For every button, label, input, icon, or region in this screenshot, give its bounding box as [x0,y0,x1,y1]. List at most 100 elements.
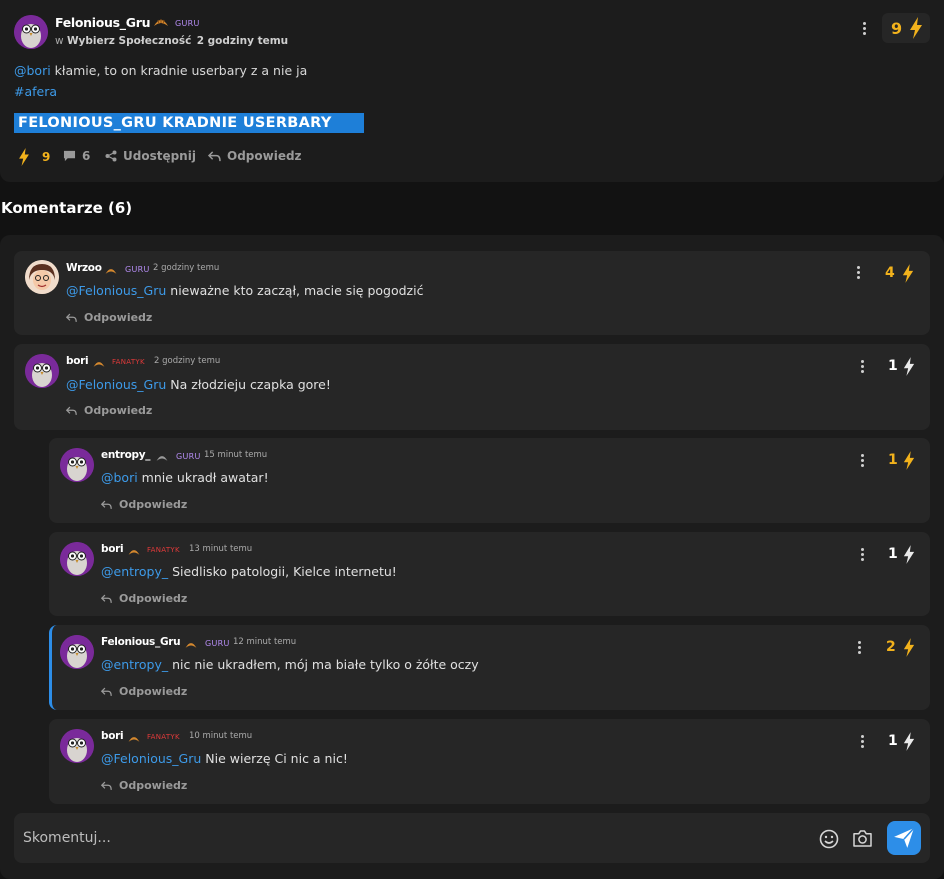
comment-card: bori FANATYK 2 godziny temu @Felonious_G… [14,344,930,430]
author-avatar[interactable] [14,15,48,49]
comment-body: Nie wierzę Ci nic a nic! [201,751,348,766]
commenter-rank: FANATYK [112,358,145,366]
comment-mention[interactable]: @entropy_ [101,657,168,672]
comment-time: 10 minut temu [189,731,253,741]
comment-reply-button[interactable]: Odpowiedz [101,592,187,605]
croissant-icon [104,262,118,274]
send-button[interactable] [887,821,921,855]
commenter-rank: GURU [176,452,201,461]
post-like-count: 9 [42,150,51,164]
post-score: 9 [891,19,903,38]
comment-reply-button[interactable]: Odpowiedz [66,404,152,417]
comment-reply-button[interactable]: Odpowiedz [101,779,187,792]
community-link[interactable]: Wybierz Społeczność [67,35,191,47]
reply-label: Odpowiedz [84,404,153,417]
bolt-icon[interactable] [903,638,915,657]
comment-body: Na złodzieju czapka gore! [166,377,331,392]
send-icon [894,827,915,848]
reply-label: Odpowiedz [119,592,188,605]
bolt-icon[interactable] [902,264,914,283]
croissant-icon [127,543,141,555]
comment-more-icon[interactable] [860,454,864,468]
comment-more-icon[interactable] [856,266,860,280]
post-score-box[interactable]: 9 [882,13,930,43]
comment-card: entropy_ GURU 15 minut temu @bori mnie u… [49,438,930,523]
commenter-rank: FANATYK [147,546,180,554]
post-hashtag[interactable]: #afera [14,84,57,99]
comment-card: bori FANATYK 10 minut temu @Felonious_Gr… [49,719,930,804]
bolt-icon [910,17,922,39]
comment-score: 1 [888,452,898,468]
comment-reply-button[interactable]: Odpowiedz [101,685,187,698]
post-time: 2 godziny temu [196,35,289,47]
post-meta: w Wybierz Społeczność 2 godziny temu [55,35,288,47]
commenter-name[interactable]: Felonious_Gru [101,636,181,648]
comment-more-icon[interactable] [857,641,861,655]
bolt-icon[interactable] [903,451,915,470]
post-more-icon[interactable] [862,22,866,36]
post-comments-button[interactable]: 6 [63,149,90,163]
comment-mention[interactable]: @bori [101,470,138,485]
comment-score: 1 [888,358,898,374]
post-reply-button[interactable]: Odpowiedz [208,149,302,163]
reply-label: Odpowiedz [119,779,188,792]
commenter-rank: GURU [205,639,230,648]
commenter-avatar[interactable] [25,260,59,294]
reply-label: Odpowiedz [84,311,153,324]
bolt-icon[interactable] [903,545,915,564]
post-card: Felonious_Gru GURU w Wybierz Społeczność… [0,0,944,182]
croissant-icon [155,449,169,461]
comment-text: @entropy_ nic nie ukradłem, mój ma białe… [101,657,479,672]
post-body: @bori kłamie, to on kradnie userbary z a… [14,63,307,78]
comment-mention[interactable]: @entropy_ [101,564,168,579]
camera-icon[interactable] [852,830,873,847]
commenter-name[interactable]: Wrzoo [66,262,102,274]
comment-score: 4 [885,265,895,281]
comment-card: Wrzoo GURU 2 godziny temu @Felonious_Gru… [14,251,930,335]
commenter-avatar[interactable] [60,542,94,576]
post-mention[interactable]: @bori [14,63,51,78]
comment-text: @Felonious_Gru Na złodzieju czapka gore! [66,377,331,392]
bolt-icon[interactable] [903,357,915,376]
comment-score: 2 [886,639,896,655]
post-text: kłamie, to on kradnie userbary z a nie j… [50,63,308,78]
comment-time: 2 godziny temu [153,263,220,273]
croissant-icon [127,730,141,742]
commenter-name[interactable]: bori [101,543,124,555]
share-button[interactable]: Udostępnij [105,149,196,163]
post-author-name[interactable]: Felonious_Gru [55,15,150,30]
comment-body: nieważne kto zaczął, macie się pogodzić [166,283,424,298]
croissant-icon [92,355,106,367]
commenter-name[interactable]: bori [101,730,124,742]
commenter-name[interactable]: bori [66,355,89,367]
comment-mention[interactable]: @Felonious_Gru [101,751,201,766]
comment-score: 1 [888,546,898,562]
comment-mention[interactable]: @Felonious_Gru [66,283,166,298]
emoji-icon[interactable] [819,829,839,849]
bolt-icon[interactable] [903,732,915,751]
commenter-name[interactable]: entropy_ [101,449,151,461]
comment-icon [63,150,76,162]
reply-label: Odpowiedz [119,685,188,698]
comments-title: Komentarze (6) [1,199,133,217]
commenter-avatar[interactable] [60,635,94,669]
comment-text: @Felonious_Gru Nie wierzę Ci nic a nic! [101,751,348,766]
post-like-button[interactable]: 9 [18,148,50,166]
comment-input[interactable] [23,827,723,849]
post-author-rank: GURU [175,19,200,28]
comment-more-icon[interactable] [860,735,864,749]
comment-mention[interactable]: @Felonious_Gru [66,377,166,392]
commenter-rank: GURU [125,265,150,274]
comment-more-icon[interactable] [860,360,864,374]
croissant-icon [184,636,198,648]
reply-icon [101,500,112,509]
commenter-rank: FANATYK [147,733,180,741]
commenter-avatar[interactable] [60,448,94,482]
reply-icon [101,687,112,696]
comment-more-icon[interactable] [860,548,864,562]
comment-reply-button[interactable]: Odpowiedz [66,311,152,324]
commenter-avatar[interactable] [60,729,94,763]
comment-reply-button[interactable]: Odpowiedz [101,498,187,511]
share-label: Udostępnij [123,149,196,163]
commenter-avatar[interactable] [25,354,59,388]
